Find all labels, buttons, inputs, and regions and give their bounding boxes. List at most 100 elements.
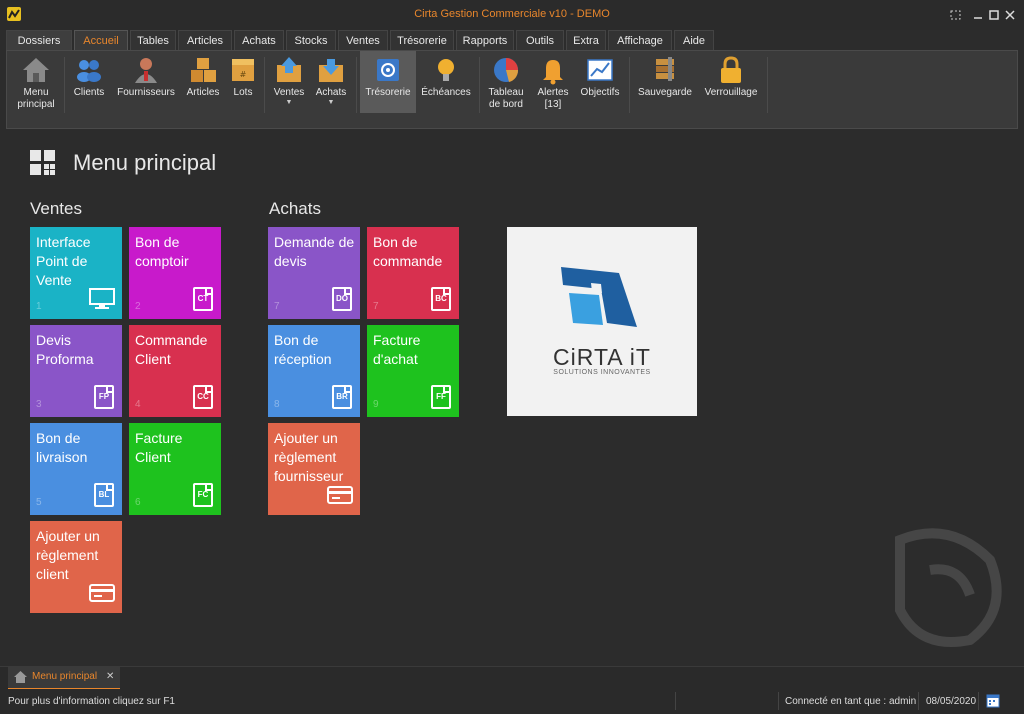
ribbon-separator (479, 57, 480, 113)
safe-icon (377, 59, 399, 81)
ribbon-separator (264, 57, 265, 113)
ribbon-toolbar: Menu principal Clients Fournisseurs Arti… (6, 50, 1018, 129)
tile-label: Devis Proforma (36, 332, 94, 367)
lightbulb-icon (438, 59, 454, 81)
company-logo-card: CiRTA iT SOLUTIONS INNOVANTES (507, 227, 697, 416)
page-title: Menu principal (73, 150, 217, 175)
ribbon-lots-button[interactable]: # Lots (227, 51, 259, 115)
ventes-heading: Ventes (30, 199, 82, 218)
ribbon-label: Fournisseurs (117, 87, 175, 98)
doc-tab-menu-principal[interactable]: Menu principal ✕ (8, 667, 120, 690)
ribbon-ventes-dropdown[interactable]: Ventes ▼ (269, 51, 309, 115)
tile-label: Bon de comptoir (135, 234, 189, 269)
tile-number: 2 (135, 301, 141, 312)
title-bar: Cirta Gestion Commerciale v10 - DEMO (0, 0, 1024, 30)
tab-rapports[interactable]: Rapports (456, 30, 514, 50)
ribbon-verrouillage-button[interactable]: Verrouillage (701, 51, 761, 115)
tile-bon-de-commande[interactable]: Bon de commande 7 BC (367, 227, 459, 319)
document-code: FC (197, 490, 209, 499)
document-tab-bar: Menu principal ✕ (0, 666, 1024, 690)
tile-devis-proforma[interactable]: Devis Proforma 3 FP (30, 325, 122, 417)
status-bar: Pour plus d'information cliquez sur F1 C… (0, 689, 1024, 714)
clients-icon (77, 60, 101, 82)
ribbon-echeances-button[interactable]: Échéances (419, 51, 473, 115)
ribbon-clients-button[interactable]: Clients (69, 51, 109, 115)
tile-reglement-client[interactable]: Ajouter un règlement client (30, 521, 122, 613)
ribbon-achats-dropdown[interactable]: Achats ▼ (311, 51, 351, 115)
ribbon-label: Ventes (273, 87, 305, 98)
logo-tagline: SOLUTIONS INNOVANTES (553, 369, 651, 376)
tab-aide[interactable]: Aide (674, 30, 714, 50)
document-icon: FP (94, 385, 114, 409)
document-icon: FF (431, 385, 451, 409)
status-date: 08/05/2020 (926, 696, 977, 707)
tab-tresorerie[interactable]: Trésorerie (390, 30, 454, 50)
tile-commande-client[interactable]: Commande Client 4 CC (129, 325, 221, 417)
tab-ventes[interactable]: Ventes (338, 30, 388, 50)
status-separator (978, 692, 979, 710)
document-code: BC (435, 294, 447, 303)
status-separator (675, 692, 676, 710)
tile-number: 9 (373, 399, 379, 410)
tab-stocks[interactable]: Stocks (286, 30, 336, 50)
close-button[interactable] (1000, 6, 1020, 24)
ribbon-objectifs-button[interactable]: Objectifs (577, 51, 623, 115)
tile-facture-achat[interactable]: Facture d'achat 9 FF (367, 325, 459, 417)
tile-number: 6 (135, 497, 141, 508)
restore-view-icon[interactable] (946, 6, 966, 24)
tab-accueil[interactable]: Accueil (74, 30, 128, 50)
ribbon-label: Lots (233, 87, 253, 98)
tile-bon-de-livraison[interactable]: Bon de livraison 5 BL (30, 423, 122, 515)
window-title: Cirta Gestion Commerciale v10 - DEMO (414, 8, 610, 20)
tab-tables[interactable]: Tables (130, 30, 176, 50)
status-separator (918, 692, 919, 710)
ribbon-tresorerie-button[interactable]: Trésorerie (360, 51, 416, 113)
tile-label: Bon de commande (373, 234, 443, 269)
calendar-icon[interactable] (986, 693, 1000, 708)
ribbon-sauvegarde-button[interactable]: Sauvegarde (633, 51, 697, 115)
tab-affichage[interactable]: Affichage (608, 30, 672, 50)
tile-facture-client[interactable]: Facture Client 6 FC (129, 423, 221, 515)
tile-bon-de-reception[interactable]: Bon de réception 8 BR (268, 325, 360, 417)
tile-label: Commande Client (135, 332, 208, 367)
tab-dossiers[interactable]: Dossiers (6, 30, 72, 50)
tile-label: Facture Client (135, 430, 183, 465)
document-icon: BC (431, 287, 451, 311)
ribbon-menu-principal-button[interactable]: Menu principal (13, 51, 59, 115)
tile-label: Bon de réception (274, 332, 332, 367)
document-code: CC (197, 392, 209, 401)
ribbon-label: Sauvegarde (638, 87, 692, 98)
database-backup-icon (656, 57, 674, 81)
sales-icon (277, 57, 301, 82)
lots-icon: # (232, 59, 254, 81)
chevron-down-icon: ▼ (327, 99, 335, 106)
grid-icon (30, 150, 55, 175)
bell-icon (543, 60, 563, 85)
document-code: FF (436, 392, 446, 401)
close-icon[interactable]: ✕ (106, 667, 114, 687)
tile-label: Bon de livraison (36, 430, 88, 465)
ribbon-alertes-button[interactable]: Alertes [13] (533, 51, 573, 115)
ribbon-fournisseurs-button[interactable]: Fournisseurs (115, 51, 177, 115)
tab-extra[interactable]: Extra (566, 30, 606, 50)
ribbon-separator (356, 57, 357, 113)
document-code: BR (336, 392, 348, 401)
ribbon-separator (767, 57, 768, 113)
tab-articles[interactable]: Articles (178, 30, 232, 50)
tab-achats[interactable]: Achats (234, 30, 284, 50)
tile-bon-de-comptoir[interactable]: Bon de comptoir 2 CT (129, 227, 221, 319)
tile-interface-point-de-vente[interactable]: Interface Point de Vente 1 (30, 227, 122, 319)
monitor-icon (89, 288, 115, 309)
tab-outils[interactable]: Outils (516, 30, 564, 50)
tile-reglement-fournisseur[interactable]: Ajouter un règlement fournisseur (268, 423, 360, 515)
boxes-icon (191, 58, 216, 82)
tile-number: 1 (36, 301, 42, 312)
ribbon-articles-button[interactable]: Articles (183, 51, 223, 115)
document-code: DO (336, 294, 348, 303)
chevron-down-icon: ▼ (285, 99, 293, 106)
ribbon-label: Tableau de bord (488, 87, 524, 110)
ribbon-label: Échéances (421, 87, 471, 98)
ribbon-tableau-de-bord-button[interactable]: Tableau de bord (483, 51, 529, 115)
svg-text:#: # (240, 70, 247, 79)
tile-demande-de-devis[interactable]: Demande de devis 7 DO (268, 227, 360, 319)
